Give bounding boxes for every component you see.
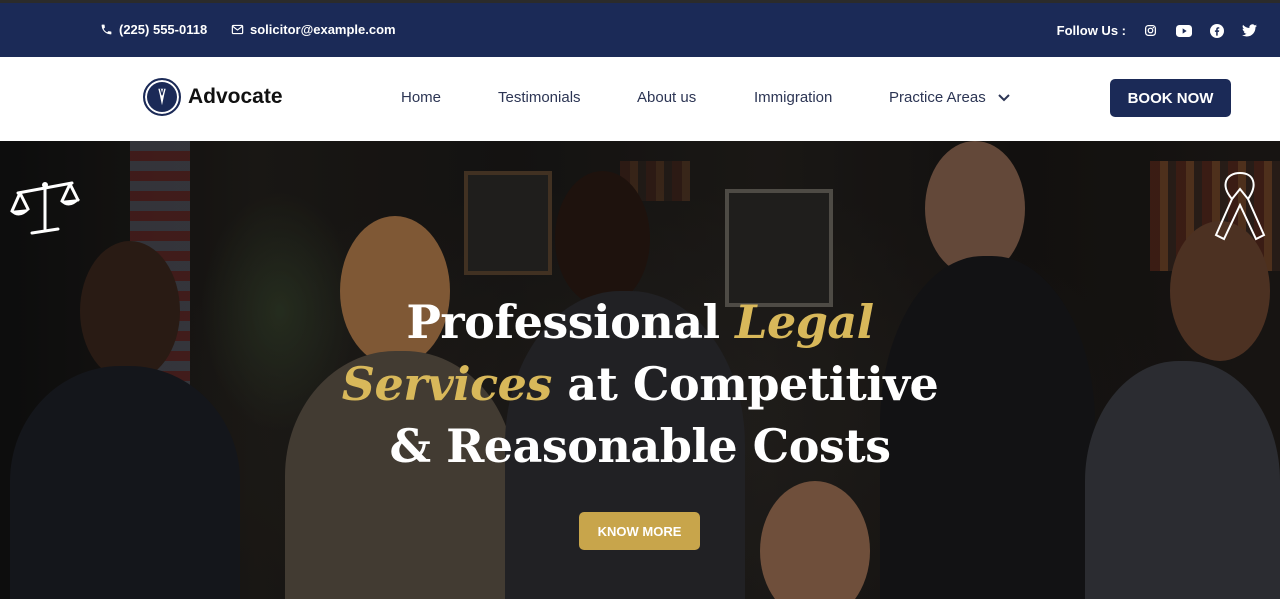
nav-home[interactable]: Home — [401, 89, 441, 106]
nav-testimonials[interactable]: Testimonials — [498, 89, 581, 106]
scales-of-justice-icon — [10, 181, 80, 235]
twitter-icon[interactable] — [1241, 22, 1258, 39]
site-logo[interactable]: Advocate — [143, 78, 283, 116]
headline-line1: Professional Legal — [406, 295, 874, 349]
follow-label: Follow Us : — [1056, 23, 1126, 38]
facebook-icon[interactable] — [1208, 22, 1225, 39]
email-contact[interactable]: solicitor@example.com — [231, 22, 396, 37]
main-navbar: Advocate Home Testimonials About us Immi… — [0, 57, 1280, 141]
headline-at-competitive: at Competitive — [551, 357, 939, 411]
headline-line2: Services at Competitive — [342, 357, 939, 411]
youtube-icon[interactable] — [1175, 22, 1192, 39]
advocate-emblem-icon — [143, 78, 181, 116]
nav-immigration[interactable]: Immigration — [754, 89, 832, 106]
phone-contact[interactable]: (225) 555-0118 — [100, 22, 207, 37]
nav-practice-areas-label: Practice Areas — [889, 89, 986, 106]
headline-line3: & Reasonable Costs — [389, 419, 891, 473]
envelope-icon — [231, 24, 244, 35]
know-more-button[interactable]: KNOW MORE — [579, 512, 700, 550]
awareness-ribbon-icon — [1214, 171, 1266, 241]
email-address: solicitor@example.com — [250, 22, 396, 37]
instagram-icon[interactable] — [1142, 22, 1159, 39]
headline-legal-accent: Legal — [735, 295, 874, 349]
nav-about-us[interactable]: About us — [637, 89, 696, 106]
headline-services-accent: Services — [341, 357, 553, 411]
phone-icon — [101, 24, 112, 35]
top-contact-bar: (225) 555-0118 solicitor@example.com Fol… — [0, 0, 1280, 57]
nav-practice-areas[interactable]: Practice Areas — [889, 89, 1010, 106]
book-now-button[interactable]: BOOK NOW — [1110, 79, 1231, 117]
phone-number: (225) 555-0118 — [119, 22, 208, 37]
social-links: Follow Us : — [1057, 22, 1258, 39]
hero-section: Professional Legal Services at Competiti… — [0, 141, 1280, 599]
chevron-down-icon — [998, 93, 1010, 101]
headline-professional: Professional — [406, 295, 736, 349]
logo-text: Advocate — [188, 85, 283, 108]
hero-headline: Professional Legal Services at Competiti… — [340, 291, 940, 477]
